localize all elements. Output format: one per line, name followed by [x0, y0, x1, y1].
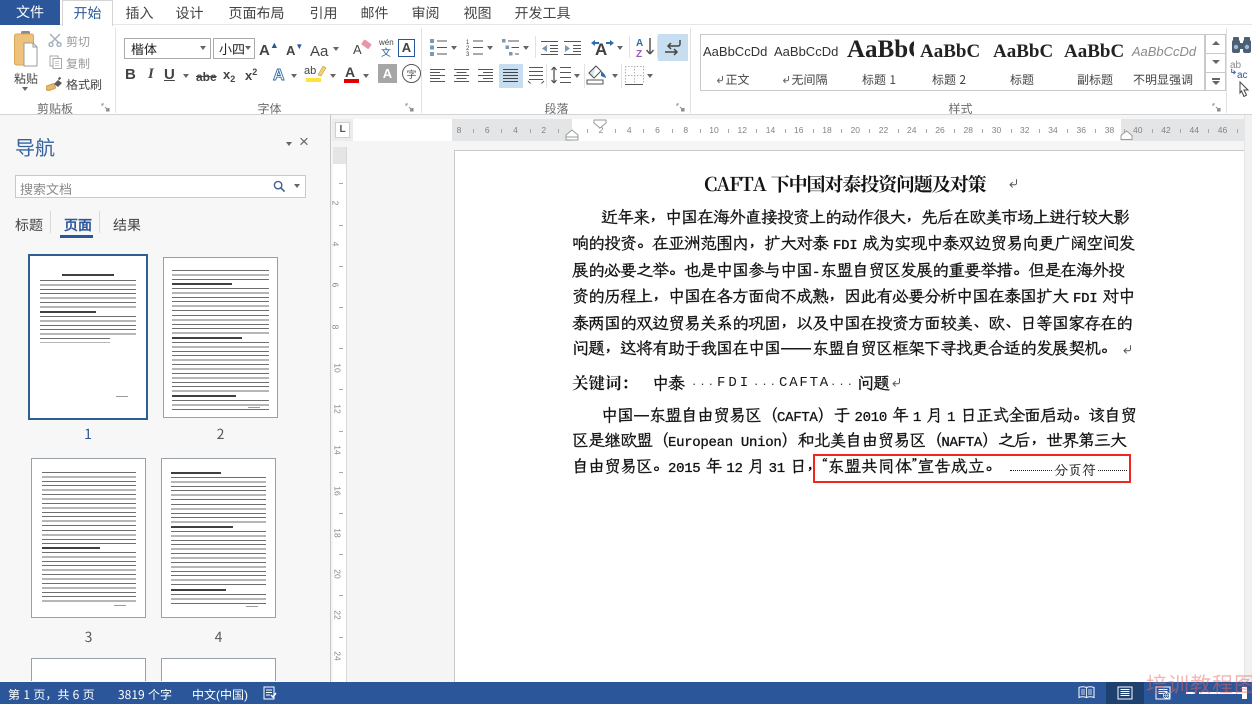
- svg-text:A: A: [273, 67, 285, 84]
- svg-text:文: 文: [381, 44, 391, 58]
- svg-text:A: A: [345, 64, 355, 80]
- svg-text:A: A: [636, 38, 643, 49]
- svg-text:Z: Z: [636, 49, 642, 59]
- svg-text:3: 3: [466, 52, 470, 57]
- svg-text:ac: ac: [1237, 70, 1248, 79]
- svg-text:ab: ab: [304, 65, 316, 77]
- svg-text:字: 字: [407, 66, 417, 81]
- svg-text:A: A: [353, 42, 362, 57]
